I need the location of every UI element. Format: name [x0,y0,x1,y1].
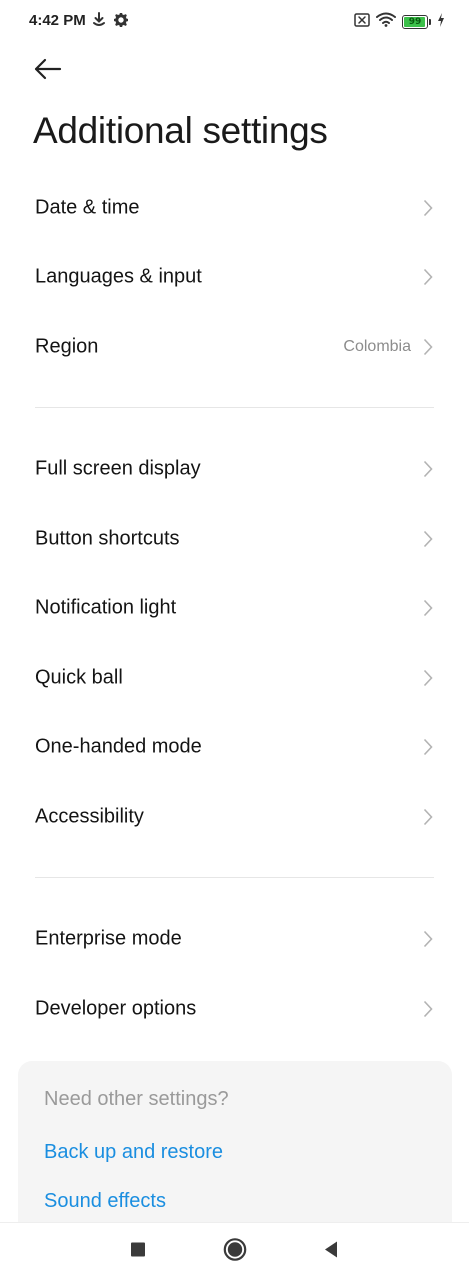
battery-level: 99 [408,17,422,27]
chevron-right-icon [423,808,433,826]
recents-button[interactable] [130,1242,146,1263]
download-icon [92,12,106,33]
chevron-right-icon [423,199,433,217]
chevron-right-icon [423,460,433,478]
chevron-right-icon [423,338,433,356]
settings-row-accessibility[interactable]: Accessibility [0,787,469,847]
settings-row-one-handed-mode[interactable]: One-handed mode [0,717,469,777]
sound-effects-link[interactable]: Sound effects [44,1190,166,1213]
arrow-left-icon [33,58,63,86]
row-label: Region [35,335,99,358]
status-right-icons: 99 [354,12,445,32]
chevron-right-icon [423,669,433,687]
chevron-right-icon [423,738,433,756]
navigation-bar [0,1222,469,1281]
back-button[interactable] [33,56,67,84]
section-divider [35,877,434,878]
home-button[interactable] [223,1238,247,1267]
row-label: One-handed mode [35,735,202,758]
region-value: Colombia [343,338,411,355]
chevron-right-icon [423,268,433,286]
row-label: Enterprise mode [35,927,182,950]
settings-row-languages-input[interactable]: Languages & input [0,247,469,307]
status-left-icons [92,12,129,33]
settings-row-notification-light[interactable]: Notification light [0,578,469,638]
battery-icon: 99 [402,15,431,29]
settings-row-full-screen-display[interactable]: Full screen display [0,439,469,499]
settings-row-developer-options[interactable]: Developer options [0,979,469,1039]
home-circle-icon [223,1238,247,1267]
chevron-right-icon [423,599,433,617]
section-divider [35,407,434,408]
row-label: Full screen display [35,457,201,480]
charging-icon [437,12,445,32]
chevron-right-icon [423,530,433,548]
settings-row-enterprise-mode[interactable]: Enterprise mode [0,909,469,969]
row-label: Developer options [35,997,197,1020]
chevron-right-icon [423,930,433,948]
settings-row-quick-ball[interactable]: Quick ball [0,648,469,708]
status-bar: 4:42 PM 99 [0,0,469,42]
back-up-restore-link[interactable]: Back up and restore [44,1141,223,1164]
row-label: Languages & input [35,265,202,288]
settings-row-date-time[interactable]: Date & time [0,178,469,238]
row-label: Button shortcuts [35,527,180,550]
suggestions-heading: Need other settings? [44,1088,229,1110]
sim-disabled-icon [354,12,370,32]
back-nav-button[interactable] [323,1241,339,1264]
back-triangle-icon [323,1241,339,1264]
row-label: Notification light [35,596,177,619]
page-title: Additional settings [33,110,328,151]
settings-row-button-shortcuts[interactable]: Button shortcuts [0,509,469,569]
row-label: Accessibility [35,805,144,828]
row-label: Date & time [35,196,140,219]
recents-square-icon [130,1242,146,1263]
gear-icon [113,12,129,32]
settings-row-region[interactable]: Region Colombia [0,317,469,377]
row-label: Quick ball [35,666,123,689]
suggestions-card: Need other settings? Back up and restore… [18,1061,452,1241]
status-time: 4:42 PM [29,12,86,29]
chevron-right-icon [423,1000,433,1018]
wifi-icon [376,12,396,32]
